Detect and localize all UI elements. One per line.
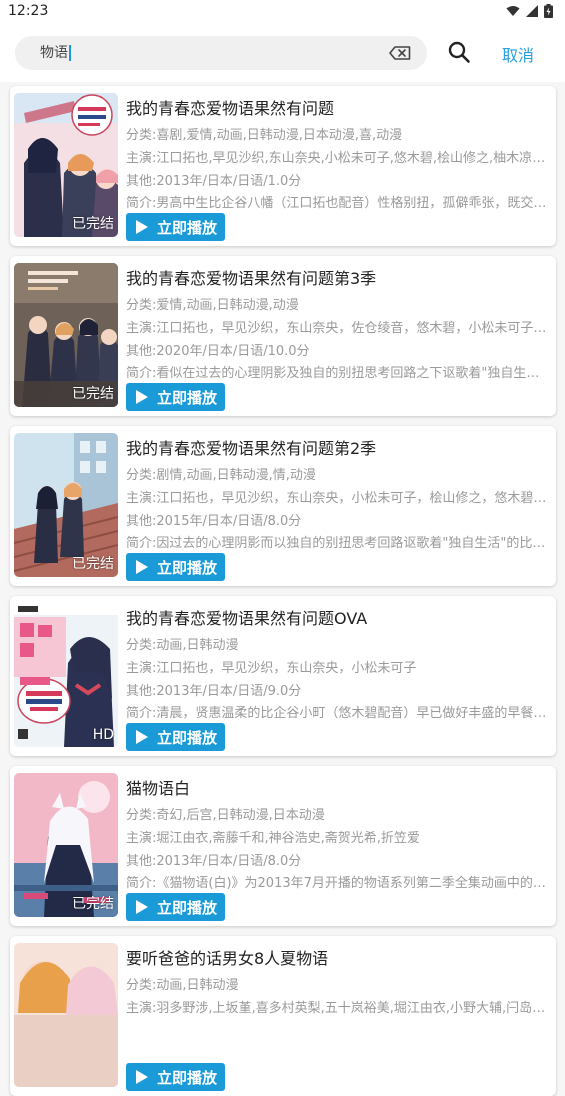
play-now-label: 立即播放 [157, 728, 218, 747]
status-badge: 已完结 [72, 386, 114, 402]
search-box[interactable]: 物语 [15, 36, 427, 70]
result-title[interactable]: 我的青春恋爱物语果然有问题 [126, 95, 334, 119]
result-title[interactable]: 猫物语白 [126, 775, 190, 799]
result-card[interactable]: 已完结 我的青春恋爱物语果然有问题 分类:喜剧,爱情,动画,日韩动漫,日本动漫,… [10, 86, 556, 246]
play-now-label: 立即播放 [157, 558, 218, 577]
poster-image[interactable]: 已完结 [14, 93, 118, 237]
status-badge: 已完结 [72, 556, 114, 572]
play-now-label: 立即播放 [157, 388, 218, 407]
poster-art [14, 603, 118, 747]
result-intro: 简介:因过去的心理阴影而以独自的别扭思考回路讴歌着"独自生活"的比企谷... [126, 536, 550, 551]
play-now-button[interactable]: 立即播放 [126, 1063, 225, 1091]
play-now-label: 立即播放 [157, 218, 218, 237]
play-icon [136, 560, 148, 574]
play-now-button[interactable]: 立即播放 [126, 893, 225, 921]
result-title[interactable]: 我的青春恋爱物语果然有问题第3季 [126, 265, 376, 289]
result-card[interactable]: 已完结 我的青春恋爱物语果然有问题第2季 分类:剧情,动画,日韩动漫,情,动漫 … [10, 426, 556, 586]
play-now-button[interactable]: 立即播放 [126, 383, 225, 411]
status-icons [506, 4, 553, 18]
result-title[interactable]: 我的青春恋爱物语果然有问题OVA [126, 605, 367, 629]
result-intro: 简介:《猫物语(白)》为2013年7月开播的物语系列第二季全集动画中的猫物... [126, 876, 550, 891]
cell-signal-icon [526, 5, 538, 17]
play-icon [136, 1070, 148, 1084]
clear-input-icon[interactable] [389, 46, 411, 60]
search-bar: 物语 取消 [0, 24, 565, 82]
status-bar: 12:23 [0, 0, 565, 24]
result-cast: 主演:江口拓也，早见沙织，东山奈央，佐仓绫音，悠木碧，小松未可子，近藤隆... [126, 321, 550, 336]
result-category: 分类:爱情,动画,日韩动漫,动漫 [126, 298, 299, 313]
result-other: 其他:2013年/日本/日语/8.0分 [126, 854, 302, 869]
play-now-label: 立即播放 [157, 1068, 218, 1087]
result-category: 分类:奇幻,后宫,日韩动漫,日本动漫 [126, 808, 325, 823]
result-other: 其他:2013年/日本/日语/1.0分 [126, 174, 302, 189]
result-category: 分类:剧情,动画,日韩动漫,情,动漫 [126, 468, 316, 483]
battery-icon [544, 4, 553, 18]
play-now-label: 立即播放 [157, 898, 218, 917]
poster-image[interactable]: 已完结 [14, 263, 118, 407]
play-now-button[interactable]: 立即播放 [126, 723, 225, 751]
play-now-button[interactable]: 立即播放 [126, 553, 225, 581]
play-icon [136, 730, 148, 744]
search-query: 物语 [40, 45, 68, 61]
result-other: 其他:2013年/日本/日语/9.0分 [126, 684, 302, 699]
poster-image[interactable]: 已完结 [14, 433, 118, 577]
play-icon [136, 220, 148, 234]
poster-image[interactable]: 已完结 [14, 773, 118, 917]
result-cast: 主演:羽多野涉,上坂堇,喜多村英梨,五十岚裕美,堀江由衣,小野大辅,闩岛凉司 [126, 1001, 550, 1016]
poster-image[interactable]: HD [14, 603, 118, 747]
result-category: 分类:喜剧,爱情,动画,日韩动漫,日本动漫,喜,动漫 [126, 128, 403, 143]
result-other: 其他:2015年/日本/日语/8.0分 [126, 514, 302, 529]
result-intro: 简介:清晨，贤惠温柔的比企谷小町（悠木碧配音）早已做好丰盛的早餐，而... [126, 706, 550, 721]
play-icon [136, 390, 148, 404]
status-badge: HD [92, 727, 114, 743]
result-card[interactable]: HD 我的青春恋爱物语果然有问题OVA 分类:动画,日韩动漫 主演:江口拓也，早… [10, 596, 556, 756]
result-card[interactable]: 要听爸爸的话男女8人夏物语 分类:动画,日韩动漫 主演:羽多野涉,上坂堇,喜多村… [10, 936, 556, 1096]
status-badge: 已完结 [72, 896, 114, 912]
result-cast: 主演:堀江由衣,斋藤千和,神谷浩史,斋贺光希,折笠爱 [126, 831, 420, 846]
search-input[interactable]: 物语 [40, 36, 380, 70]
cancel-button[interactable]: 取消 [502, 42, 534, 66]
wifi-icon [506, 6, 520, 16]
play-now-button[interactable]: 立即播放 [126, 213, 225, 241]
text-cursor [69, 45, 71, 61]
result-intro: 简介:看似在过去的心理阴影及独自的别扭思考回路之下讴歌着"独自生活"的... [126, 366, 550, 381]
result-category: 分类:动画,日韩动漫 [126, 978, 239, 993]
play-icon [136, 900, 148, 914]
result-card[interactable]: 已完结 猫物语白 分类:奇幻,后宫,日韩动漫,日本动漫 主演:堀江由衣,斋藤千和… [10, 766, 556, 926]
status-badge: 已完结 [72, 216, 114, 232]
result-category: 分类:动画,日韩动漫 [126, 638, 239, 653]
result-cast: 主演:江口拓也,早见沙织,东山奈央,小松未可子,悠木碧,桧山修之,柚木凉香,中.… [126, 151, 550, 166]
poster-art [14, 943, 118, 1087]
poster-image[interactable] [14, 943, 118, 1087]
result-intro: 简介:男高中生比企谷八幡（江口拓也配音）性格别扭，孤僻乖张，既交不上... [126, 196, 550, 211]
result-other: 其他:2020年/日本/日语/10.0分 [126, 344, 310, 359]
result-cast: 主演:江口拓也，早见沙织，东山奈央，小松未可子 [126, 661, 417, 676]
search-icon[interactable] [447, 40, 471, 64]
result-cast: 主演:江口拓也，早见沙织，东山奈央，小松未可子，桧山修之，悠木碧，柚木凉... [126, 491, 550, 506]
status-time: 12:23 [8, 3, 49, 19]
result-card[interactable]: 已完结 我的青春恋爱物语果然有问题第3季 分类:爱情,动画,日韩动漫,动漫 主演… [10, 256, 556, 416]
result-title[interactable]: 要听爸爸的话男女8人夏物语 [126, 945, 328, 969]
result-title[interactable]: 我的青春恋爱物语果然有问题第2季 [126, 435, 376, 459]
